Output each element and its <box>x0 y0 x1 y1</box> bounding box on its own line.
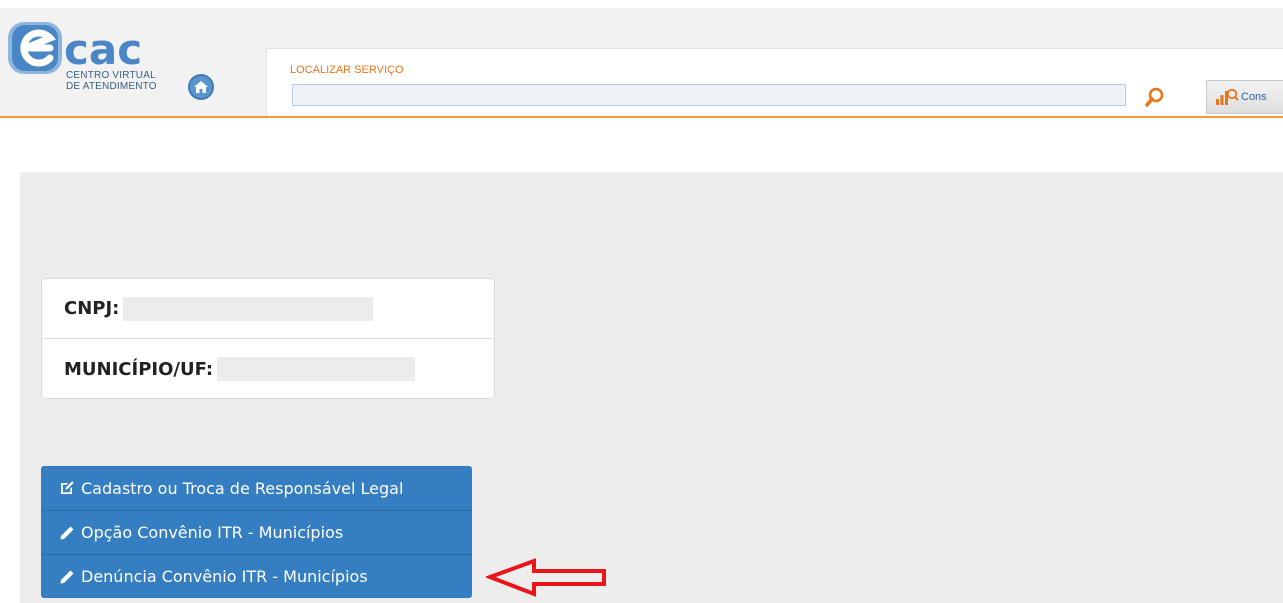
municipio-label: MUNICÍPIO/UF: <box>64 358 214 380</box>
menu-item-opcao-convenio[interactable]: Opção Convênio ITR - Municípios <box>41 510 472 554</box>
pencil-icon <box>60 526 74 539</box>
municipio-row: MUNICÍPIO/UF: <box>42 339 494 399</box>
menu-item-denuncia-convenio[interactable]: Denúncia Convênio ITR - Municípios <box>41 554 472 598</box>
search-panel <box>266 48 1283 117</box>
consult-button-label: Cons <box>1241 91 1267 103</box>
logo-sub-line2: DE ATENDIMENTO <box>66 81 157 92</box>
search-icon[interactable] <box>1144 86 1166 108</box>
menu-item-label: Denúncia Convênio ITR - Municípios <box>81 567 368 586</box>
menu-item-label: Opção Convênio ITR - Municípios <box>81 523 344 542</box>
consult-button[interactable]: Cons <box>1206 80 1283 114</box>
logo-subtitle: CENTRO VIRTUAL DE ATENDIMENTO <box>66 70 157 92</box>
search-label: LOCALIZAR SERVIÇO <box>290 64 404 76</box>
home-icon[interactable] <box>187 73 215 101</box>
header-divider <box>0 116 1283 118</box>
header: cac CENTRO VIRTUAL DE ATENDIMENTO LOCALI… <box>0 0 1283 120</box>
cnpj-row: CNPJ: <box>42 279 494 339</box>
cnpj-value-redacted <box>123 296 374 321</box>
logo-sub-line1: CENTRO VIRTUAL <box>66 70 156 81</box>
pencil-icon <box>60 570 74 583</box>
municipio-value-redacted <box>217 357 416 381</box>
cnpj-label: CNPJ: <box>64 298 120 319</box>
info-card: CNPJ: MUNICÍPIO/UF: <box>41 278 495 399</box>
red-arrow-annotation <box>486 558 606 597</box>
service-menu: Cadastro ou Troca de Responsável Legal O… <box>41 466 472 598</box>
menu-item-cadastro[interactable]: Cadastro ou Troca de Responsável Legal <box>41 466 472 510</box>
chart-search-icon <box>1216 88 1239 105</box>
menu-item-label: Cadastro ou Troca de Responsável Legal <box>81 478 404 498</box>
edit-square-icon <box>61 481 74 494</box>
search-input[interactable] <box>292 84 1126 106</box>
ecac-logo[interactable]: cac <box>6 12 186 112</box>
logo-text: cac <box>64 25 142 74</box>
